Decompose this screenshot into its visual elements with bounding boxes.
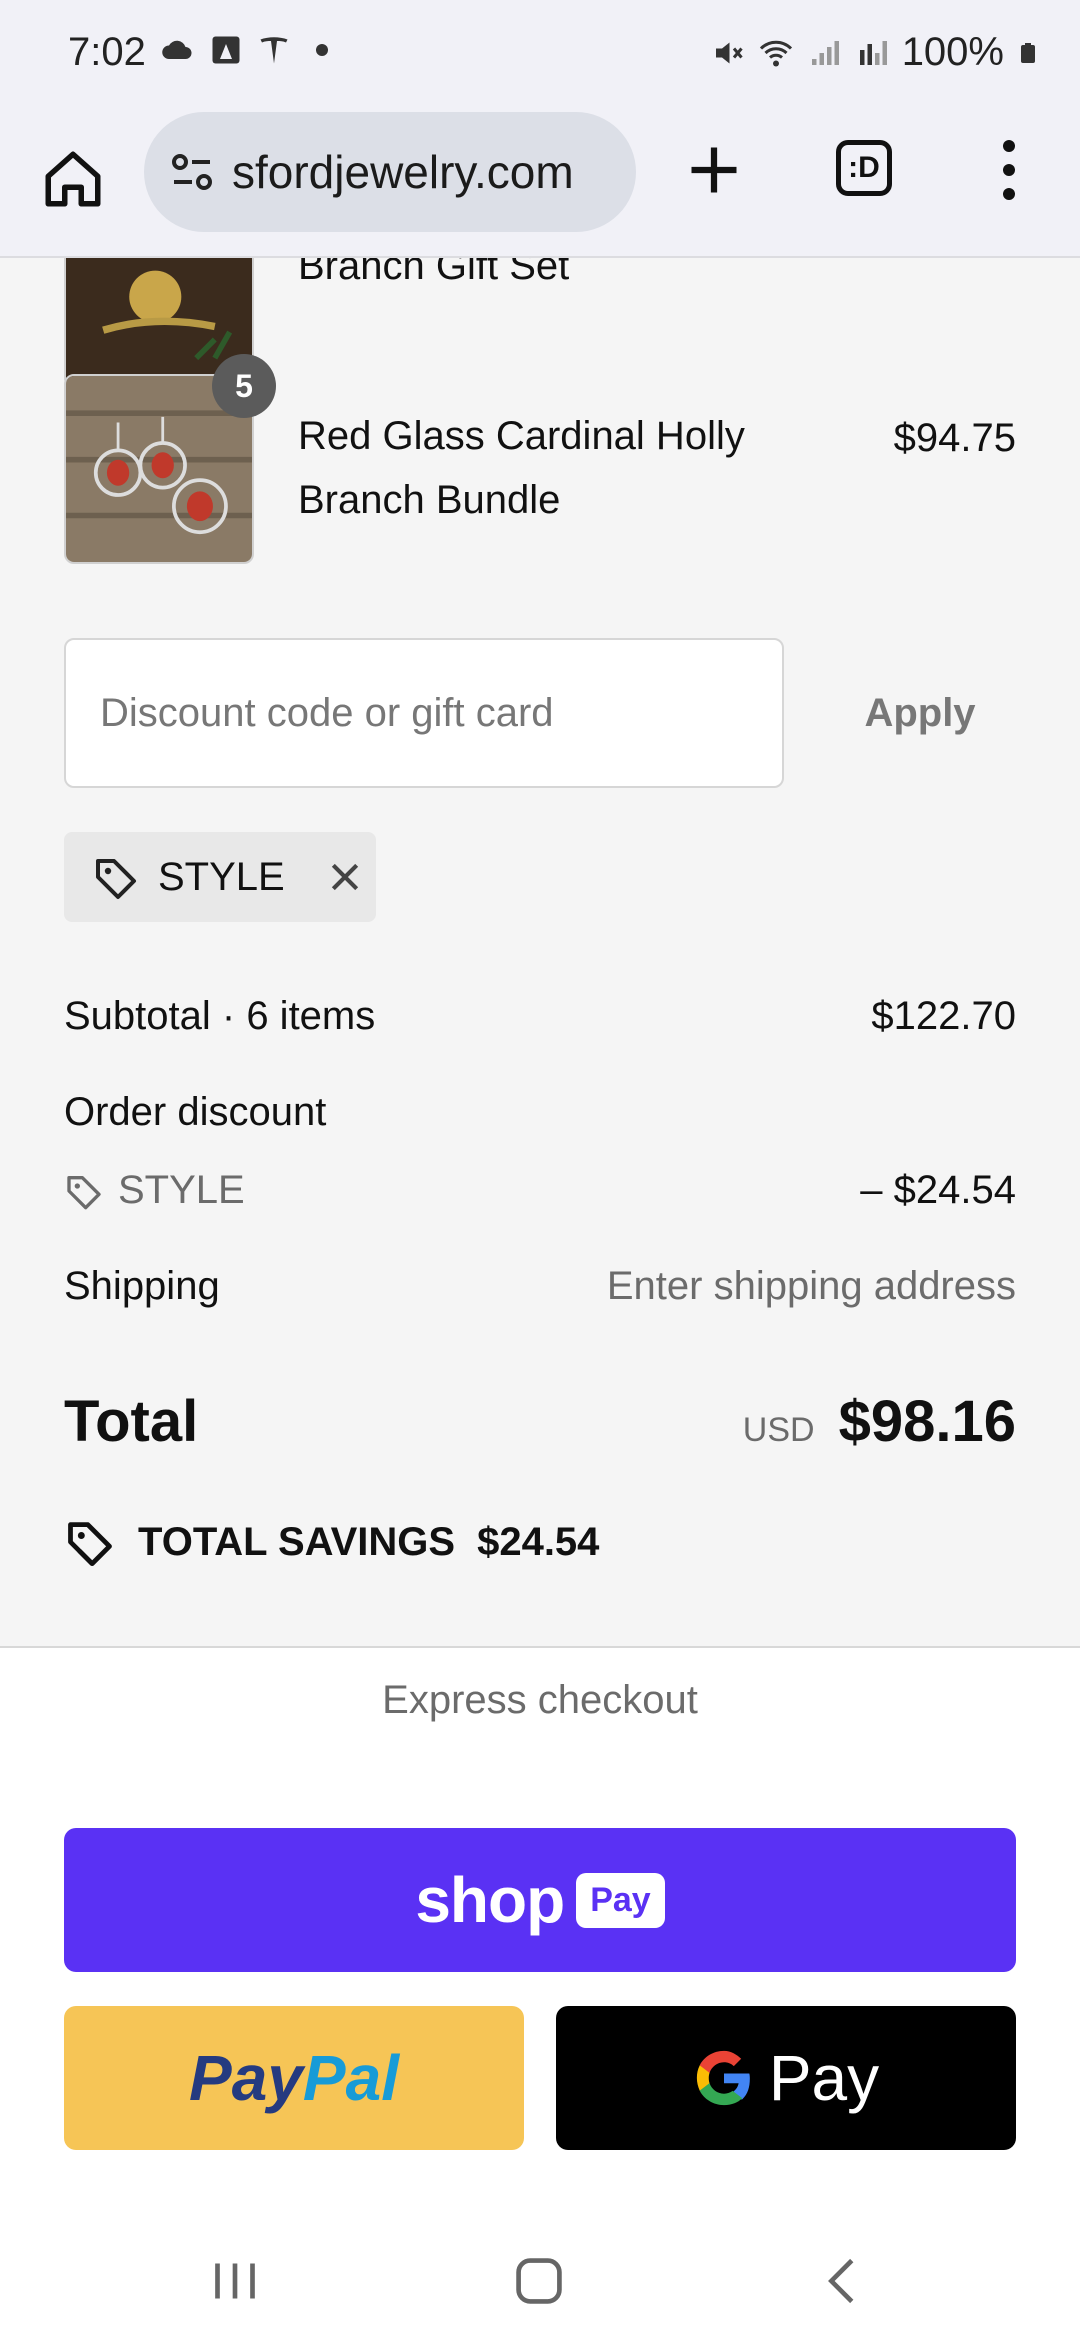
more-menu-icon[interactable]	[994, 140, 1024, 200]
status-time: 7:02	[68, 30, 146, 74]
total-savings: TOTAL SAVINGS $24.54	[64, 1516, 599, 1568]
address-bar[interactable]: sfordjewelry.com	[144, 112, 636, 232]
order-summary: Branch Gift Set 5 Red Glass Cardinal Hol…	[0, 258, 1080, 1646]
google-g-icon	[696, 2050, 750, 2106]
system-status: 100%	[710, 30, 1040, 75]
tag-icon	[96, 859, 136, 899]
mute-icon	[715, 42, 743, 63]
item-name: Branch Gift Set	[298, 258, 570, 288]
discount-code-line: STYLE	[64, 1168, 245, 1213]
discount-chip-code: STYLE	[158, 854, 285, 899]
recent-apps-icon[interactable]	[200, 2246, 270, 2316]
signal-icon	[811, 40, 839, 65]
total-row: Total USD $98.16	[64, 1388, 1016, 1455]
shipping-label: Shipping	[64, 1264, 220, 1308]
battery-percent: 100%	[901, 30, 1004, 74]
system-nav-bar	[0, 2216, 1080, 2340]
browser-toolbar: sfordjewelry.com :D	[0, 110, 1080, 258]
subtotal-value: $122.70	[871, 994, 1016, 1038]
item-price: $94.75	[893, 416, 1016, 460]
paypal-text-1: Pay	[189, 2042, 303, 2114]
shipping-value: Enter shipping address	[606, 1264, 1016, 1308]
shipping-row: Shipping Enter shipping address	[64, 1264, 1016, 1309]
url-text: sfordjewelry.com	[232, 146, 574, 198]
signal-2-icon	[859, 40, 887, 65]
tesla-icon	[260, 37, 288, 64]
savings-label: TOTAL SAVINGS	[138, 1519, 456, 1564]
savings-value: $24.54	[477, 1519, 600, 1564]
google-pay-text: Pay	[768, 2042, 880, 2114]
site-settings-icon[interactable]	[168, 148, 216, 196]
order-discount-label: Order discount	[64, 1090, 327, 1134]
tabs-button[interactable]: :D	[836, 140, 892, 196]
item-name-line2: Branch Bundle	[298, 478, 561, 522]
dot-icon	[316, 44, 328, 56]
discount-code-text: STYLE	[118, 1168, 245, 1212]
total-value: $98.16	[838, 1389, 1016, 1454]
home-nav-icon[interactable]	[504, 2246, 574, 2316]
quantity-badge: 5	[212, 354, 276, 418]
home-icon[interactable]	[40, 146, 106, 212]
order-discount-row: Order discount	[64, 1090, 1016, 1135]
wifi-icon	[759, 40, 792, 66]
tree-photo-icon	[212, 36, 240, 64]
back-icon[interactable]	[808, 2246, 878, 2316]
tag-icon	[67, 1175, 101, 1209]
status-bar: 7:02 100%	[0, 0, 1080, 110]
total-label: Total	[64, 1389, 199, 1454]
currency-code: USD	[742, 1411, 815, 1449]
paypal-button[interactable]: Pay Pal	[64, 2006, 524, 2150]
apply-button[interactable]: Apply	[800, 638, 1040, 788]
discount-value: – $24.54	[860, 1168, 1016, 1212]
express-checkout-title: Express checkout	[382, 1678, 698, 1722]
discount-chip: STYLE	[64, 832, 376, 922]
battery-icon	[1021, 42, 1035, 63]
remove-discount-icon[interactable]	[325, 857, 365, 897]
shop-pay-badge: Pay	[576, 1872, 665, 1928]
discount-detail-row: STYLE – $24.54	[64, 1168, 1016, 1213]
discount-code-input[interactable]	[64, 638, 784, 788]
paypal-text-2: Pal	[302, 2042, 399, 2114]
shop-pay-word: shop	[415, 1864, 565, 1936]
google-pay-button[interactable]: Pay	[556, 2006, 1016, 2150]
subtotal-row: Subtotal · 6 items $122.70	[64, 994, 1016, 1039]
notification-icons	[160, 32, 340, 68]
new-tab-icon[interactable]	[684, 140, 744, 200]
cloud-icon	[162, 40, 192, 59]
subtotal-label: Subtotal · 6 items	[64, 994, 376, 1038]
shop-pay-button[interactable]: shop Pay	[64, 1828, 1016, 1972]
express-checkout: Express checkout shop Pay Pay Pal Pay	[0, 1646, 1080, 2216]
total-amount: USD $98.16	[743, 1388, 1016, 1455]
item-name-line1: Red Glass Cardinal Holly	[298, 414, 745, 458]
tags-icon	[68, 1522, 112, 1567]
